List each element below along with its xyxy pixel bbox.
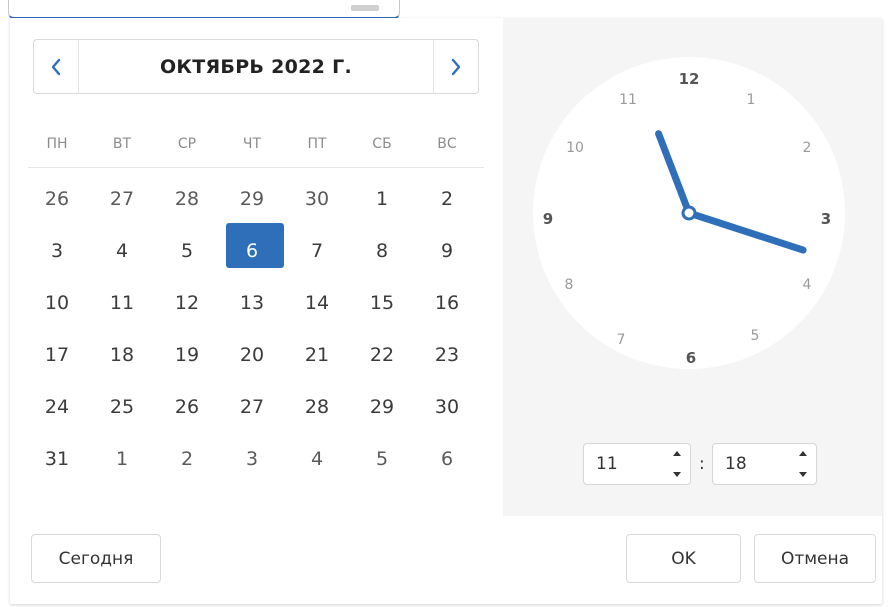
hour-spinner-arrows[interactable] — [672, 451, 682, 477]
clock-number[interactable]: 6 — [686, 349, 696, 367]
weekday-label: СБ — [372, 136, 392, 152]
day-cell[interactable]: 15 — [360, 280, 404, 326]
clock-number[interactable]: 2 — [803, 140, 812, 156]
day-cell[interactable]: 3 — [230, 436, 274, 482]
clock-hands — [655, 130, 807, 254]
ok-button[interactable]: OK — [626, 534, 741, 583]
day-cell[interactable]: 5 — [360, 436, 404, 482]
decrement-arrow-icon[interactable] — [673, 472, 681, 477]
weekday-label: СР — [177, 136, 197, 152]
clock-number[interactable]: 9 — [543, 210, 553, 228]
clock-number[interactable]: 7 — [617, 332, 626, 348]
weekday-header: ПН ВТ СР ЧТ ПТ СБ ВС — [31, 136, 483, 158]
minute-spinner-arrows[interactable] — [798, 451, 808, 477]
day-cell[interactable]: 26 — [165, 384, 209, 430]
clock-center-pin — [681, 205, 697, 221]
day-cell[interactable]: 23 — [425, 332, 469, 378]
weekday-label: ВС — [437, 136, 457, 152]
hour-value[interactable]: 11 — [596, 454, 618, 474]
weekday-label: ПТ — [307, 136, 327, 152]
day-cell-selected[interactable]: 6 — [230, 228, 274, 274]
day-cell[interactable]: 29 — [230, 176, 274, 222]
minute-spinner[interactable]: 18 — [712, 443, 817, 485]
day-cell[interactable]: 10 — [35, 280, 79, 326]
day-cell[interactable]: 31 — [35, 436, 79, 482]
day-cell[interactable]: 20 — [230, 332, 274, 378]
day-cell[interactable]: 28 — [295, 384, 339, 430]
minute-value[interactable]: 18 — [725, 454, 747, 474]
day-cell[interactable]: 16 — [425, 280, 469, 326]
increment-arrow-icon[interactable] — [673, 451, 681, 456]
day-cell[interactable]: 4 — [295, 436, 339, 482]
time-separator: : — [699, 454, 705, 474]
day-cell[interactable]: 2 — [165, 436, 209, 482]
cancel-button[interactable]: Отмена — [754, 534, 876, 583]
day-cell[interactable]: 12 — [165, 280, 209, 326]
day-cell[interactable]: 17 — [35, 332, 79, 378]
day-cell[interactable]: 3 — [35, 228, 79, 274]
clock-number[interactable]: 3 — [821, 210, 831, 228]
chevron-left-icon — [51, 58, 61, 75]
day-cell[interactable]: 1 — [360, 176, 404, 222]
day-cell[interactable]: 18 — [100, 332, 144, 378]
time-picker-panel: 12 1 2 3 4 5 6 7 8 9 10 11 — [503, 18, 882, 516]
weekday-label: ПН — [46, 136, 68, 152]
day-cell[interactable]: 4 — [100, 228, 144, 274]
day-cell[interactable]: 2 — [425, 176, 469, 222]
day-cell[interactable]: 30 — [425, 384, 469, 430]
day-cell[interactable]: 26 — [35, 176, 79, 222]
day-grid: 26 27 28 29 30 1 2 3 4 5 6 7 8 9 10 11 1… — [31, 176, 483, 496]
clock-number[interactable]: 11 — [619, 92, 637, 108]
today-button[interactable]: Сегодня — [31, 534, 161, 583]
day-cell[interactable]: 22 — [360, 332, 404, 378]
weekday-label: ЧТ — [242, 136, 262, 152]
weekday-divider — [28, 167, 484, 168]
day-cell[interactable]: 9 — [425, 228, 469, 274]
clock-number[interactable]: 1 — [747, 92, 756, 108]
day-cell[interactable]: 29 — [360, 384, 404, 430]
next-month-button[interactable] — [433, 40, 478, 93]
hour-hand — [655, 130, 693, 217]
day-cell[interactable]: 28 — [165, 176, 209, 222]
clock-number[interactable]: 10 — [566, 140, 584, 156]
clock-number[interactable]: 4 — [803, 277, 812, 293]
month-title[interactable]: ОКТЯБРЬ 2022 Г. — [78, 40, 434, 93]
date-time-input[interactable] — [8, 0, 400, 19]
clock-number[interactable]: 12 — [679, 70, 700, 88]
day-cell[interactable]: 7 — [295, 228, 339, 274]
day-cell[interactable]: 27 — [230, 384, 274, 430]
day-cell[interactable]: 25 — [100, 384, 144, 430]
minute-hand — [685, 209, 807, 254]
weekday-label: ВТ — [112, 136, 132, 152]
clock-number[interactable]: 8 — [565, 277, 574, 293]
day-cell[interactable]: 14 — [295, 280, 339, 326]
analog-clock[interactable]: 12 1 2 3 4 5 6 7 8 9 10 11 — [533, 57, 845, 369]
month-navigator: ОКТЯБРЬ 2022 Г. — [33, 39, 479, 94]
chevron-right-icon — [451, 58, 461, 75]
day-cell[interactable]: 13 — [230, 280, 274, 326]
clock-number[interactable]: 5 — [751, 328, 760, 344]
day-cell[interactable]: 27 — [100, 176, 144, 222]
day-cell[interactable]: 19 — [165, 332, 209, 378]
day-cell[interactable]: 21 — [295, 332, 339, 378]
day-cell[interactable]: 8 — [360, 228, 404, 274]
increment-arrow-icon[interactable] — [799, 451, 807, 456]
day-cell[interactable]: 6 — [425, 436, 469, 482]
day-cell[interactable]: 11 — [100, 280, 144, 326]
decrement-arrow-icon[interactable] — [799, 472, 807, 477]
day-cell[interactable]: 5 — [165, 228, 209, 274]
day-cell[interactable]: 24 — [35, 384, 79, 430]
hour-spinner[interactable]: 11 — [583, 443, 691, 485]
day-cell[interactable]: 1 — [100, 436, 144, 482]
datetime-picker-popup: ОКТЯБРЬ 2022 Г. ПН ВТ СР ЧТ ПТ СБ ВС 26 … — [10, 18, 882, 604]
previous-month-button[interactable] — [34, 40, 79, 93]
input-toggle-handle[interactable] — [351, 5, 379, 11]
day-cell[interactable]: 30 — [295, 176, 339, 222]
